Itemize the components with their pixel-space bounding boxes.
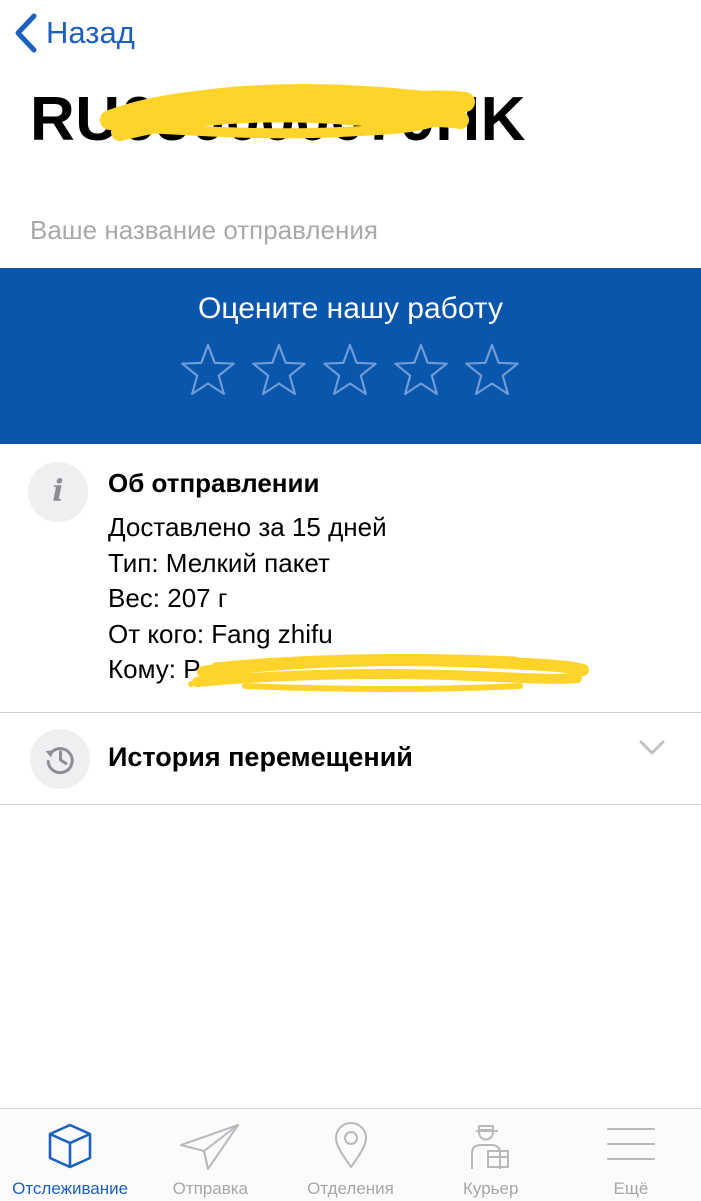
- info-lines: Доставлено за 15 дней Тип: Мелкий пакет …: [108, 510, 387, 688]
- courier-icon: [470, 1125, 509, 1169]
- history-icon: [30, 729, 90, 789]
- location-pin-icon: [334, 1122, 367, 1168]
- tab-label: Отправка: [172, 1179, 249, 1198]
- history-title: История перемещений: [108, 742, 413, 772]
- info-icon: i: [28, 462, 88, 522]
- star-icon[interactable]: [320, 342, 380, 402]
- tab-label: Отделения: [307, 1179, 394, 1198]
- tab-bar: Отслеживание Отправка Отделения Курьер Е…: [0, 1108, 701, 1201]
- star-icon[interactable]: [178, 342, 238, 402]
- rating-stars: [178, 342, 522, 402]
- tracking-number: RU650000079HK: [30, 85, 526, 154]
- star-icon[interactable]: [249, 342, 309, 402]
- divider: [0, 804, 701, 805]
- tab-label: Курьер: [462, 1179, 519, 1198]
- back-label: Назад: [46, 15, 135, 50]
- info-line: Вес: 207 г: [108, 583, 228, 613]
- tab-label: Отслеживание: [12, 1179, 129, 1198]
- paper-plane-icon: [180, 1124, 240, 1170]
- menu-icon: [606, 1128, 655, 1160]
- tab-label: Ещё: [613, 1179, 649, 1198]
- star-icon[interactable]: [462, 342, 522, 402]
- tab-tracking[interactable]: Отслеживание: [0, 1109, 140, 1201]
- back-button[interactable]: Назад: [14, 10, 135, 56]
- rating-title: Оцените нашу работу: [198, 292, 503, 325]
- tab-send[interactable]: Отправка: [140, 1109, 280, 1201]
- info-line: От кого: Fang zhifu: [108, 618, 333, 649]
- info-title: Об отправлении: [108, 468, 320, 498]
- tab-more[interactable]: Ещё: [561, 1109, 701, 1201]
- box-icon: [48, 1123, 92, 1169]
- chevron-down-icon: [639, 740, 665, 755]
- info-line: Тип: Мелкий пакет: [108, 547, 330, 578]
- rating-banner: Оцените нашу работу: [0, 268, 701, 444]
- tab-offices[interactable]: Отделения: [280, 1109, 420, 1201]
- tab-courier[interactable]: Курьер: [421, 1109, 561, 1201]
- chevron-left-icon: [15, 13, 37, 53]
- shipment-info: i Об отправлении Доставлено за 15 дней Т…: [0, 444, 701, 712]
- star-icon[interactable]: [391, 342, 451, 402]
- movement-history-row[interactable]: История перемещений: [0, 713, 701, 804]
- shipment-name-input[interactable]: [30, 208, 670, 252]
- info-line: Кому: Р: [108, 654, 201, 684]
- info-line: Доставлено за 15 дней: [108, 512, 387, 542]
